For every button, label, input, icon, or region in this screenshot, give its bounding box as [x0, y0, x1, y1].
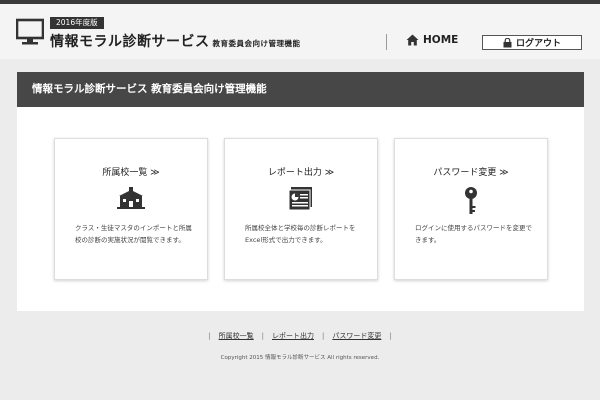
card-description: 所属校全体と学校毎の診断レポートをExcel形式で出力できます。: [245, 224, 356, 244]
card-title: 所属校一覧 ≫: [55, 165, 207, 178]
copyright: Copyright 2015 情報モラル診断サービス All rights re…: [220, 355, 380, 361]
brand-name: 情報モラル診断サービス: [50, 34, 210, 50]
brand-title[interactable]: 情報モラル診断サービス 教育委員会向け管理機能: [50, 31, 301, 51]
footer-link-password-change[interactable]: パスワード変更: [332, 331, 381, 341]
panel-title: 情報モラル診断サービス 教育委員会向け管理機能: [17, 72, 584, 107]
house-icon: [406, 34, 419, 46]
footer-separator: |: [261, 332, 264, 340]
footer-separator: |: [389, 332, 392, 340]
home-label: HOME: [423, 34, 459, 46]
brand-subtitle: 教育委員会向け管理機能: [212, 39, 301, 48]
monitor-icon: [16, 18, 44, 45]
logout-button[interactable]: ログアウト: [482, 35, 582, 50]
footer-nav: | 所属校一覧 | レポート出力 | パスワード変更 |: [0, 331, 600, 341]
card-report-output[interactable]: レポート出力 ≫ 所属校全体と学校毎の診断レポートをExcel形式で出力できます…: [224, 138, 378, 280]
lock-icon: [503, 37, 512, 47]
footer-separator: |: [208, 332, 211, 340]
key-icon: [465, 187, 477, 214]
card-school-list[interactable]: 所属校一覧 ≫ クラス・生徒マスタのインポートと所属校の診断の実施状況が閲覧でき…: [54, 138, 208, 280]
nav-divider: [386, 34, 387, 50]
card-title: レポート出力 ≫: [225, 165, 377, 178]
card-password-change[interactable]: パスワード変更 ≫ ログインに使用するパスワードを変更できます。: [394, 138, 548, 280]
chevron-right-icon: ≫: [150, 168, 160, 178]
card-description: クラス・生徒マスタのインポートと所属校の診断の実施状況が閲覧できます。: [75, 224, 192, 244]
card-title: パスワード変更 ≫: [395, 165, 547, 178]
header: 2016年度版 情報モラル診断サービス 教育委員会向け管理機能 HOME ログアウ…: [0, 4, 600, 59]
report-icon: [288, 187, 312, 211]
card-title-text: パスワード変更: [433, 168, 497, 178]
home-link[interactable]: HOME: [406, 34, 458, 46]
main-panel: 情報モラル診断サービス 教育委員会向け管理機能 所属校一覧 ≫ クラス・生徒マス…: [17, 72, 584, 311]
chevron-right-icon: ≫: [324, 168, 335, 178]
school-icon: [117, 187, 145, 209]
card-title-text: 所属校一覧: [102, 168, 148, 178]
logout-label: ログアウト: [515, 39, 561, 49]
year-badge: 2016年度版: [50, 17, 104, 29]
footer-link-report-output[interactable]: レポート出力: [272, 331, 314, 341]
footer-separator: |: [322, 332, 325, 340]
card-title-text: レポート出力: [267, 168, 322, 178]
card-description: ログインに使用するパスワードを変更できます。: [415, 224, 532, 244]
chevron-right-icon: ≫: [499, 168, 509, 178]
footer-link-school-list[interactable]: 所属校一覧: [219, 331, 254, 341]
